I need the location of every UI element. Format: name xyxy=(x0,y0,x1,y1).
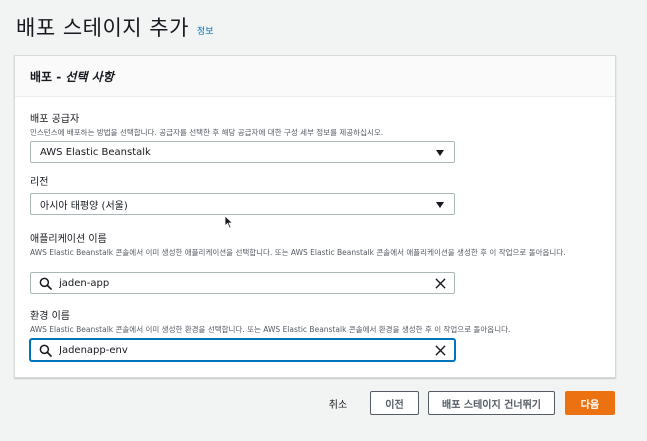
search-icon xyxy=(39,344,52,357)
application-label: 애플리케이션 이름 xyxy=(30,234,107,245)
deploy-panel: 배포 - 선택 사항 배포 공급자 인스턴스에 배포하는 방법을 선택합니다. … xyxy=(14,55,616,378)
cancel-button[interactable]: 취소 xyxy=(318,391,358,415)
close-icon[interactable] xyxy=(435,278,446,289)
caret-down-icon xyxy=(436,150,444,156)
application-description: AWS Elastic Beanstalk 콘솔에서 이미 생성한 애플리케이션… xyxy=(30,248,566,257)
provider-description: 인스턴스에 배포하는 방법을 선택합니다. 공급자를 선택한 후 해당 공급자에… xyxy=(30,128,384,137)
region-label: 리전 xyxy=(30,177,49,188)
region-select-value: 아시아 태평양 (서울) xyxy=(40,200,128,212)
close-icon[interactable] xyxy=(435,345,446,356)
environment-description: AWS Elastic Beanstalk 콘솔에서 이미 생성한 환경을 선택… xyxy=(30,325,511,334)
page-header: 배포 스테이지 추가 정보 xyxy=(16,14,213,42)
form-actions: 취소 이전 배포 스테이지 건너뛰기 다음 xyxy=(0,391,647,415)
provider-field: 배포 공급자 인스턴스에 배포하는 방법을 선택합니다. 공급자를 선택한 후 … xyxy=(30,113,605,165)
provider-select-value: AWS Elastic Beanstalk xyxy=(40,146,151,158)
page: 배포 스테이지 추가 정보 배포 - 선택 사항 배포 공급자 인스턴스에 배포… xyxy=(0,0,647,441)
search-icon xyxy=(39,277,52,290)
provider-label: 배포 공급자 xyxy=(30,114,80,125)
region-field: 리전 아시아 태평양 (서울) xyxy=(30,176,605,216)
panel-header: 배포 - 선택 사항 xyxy=(15,56,615,97)
panel-title-optional: 선택 사항 xyxy=(65,69,114,84)
application-search[interactable] xyxy=(30,272,455,294)
environment-label: 환경 이름 xyxy=(30,311,70,322)
provider-select[interactable]: AWS Elastic Beanstalk xyxy=(30,141,455,163)
panel-title-prefix: 배포 - xyxy=(30,69,66,84)
panel-title: 배포 - 선택 사항 xyxy=(30,68,114,85)
page-title: 배포 스테이지 추가 xyxy=(16,16,189,40)
mouse-cursor-icon xyxy=(224,215,234,229)
environment-search-input[interactable] xyxy=(59,342,429,358)
previous-button[interactable]: 이전 xyxy=(370,391,419,415)
skip-stage-button[interactable]: 배포 스테이지 건너뛰기 xyxy=(428,391,555,415)
caret-down-icon xyxy=(436,202,444,208)
info-link[interactable]: 정보 xyxy=(197,24,214,37)
application-search-input[interactable] xyxy=(59,275,429,291)
environment-field: 환경 이름 AWS Elastic Beanstalk 콘솔에서 이미 생성한 … xyxy=(30,310,605,362)
region-select[interactable]: 아시아 태평양 (서울) xyxy=(30,193,455,215)
environment-search[interactable] xyxy=(30,339,455,361)
next-button[interactable]: 다음 xyxy=(565,391,615,415)
application-field: 애플리케이션 이름 AWS Elastic Beanstalk 콘솔에서 이미 … xyxy=(30,233,605,295)
